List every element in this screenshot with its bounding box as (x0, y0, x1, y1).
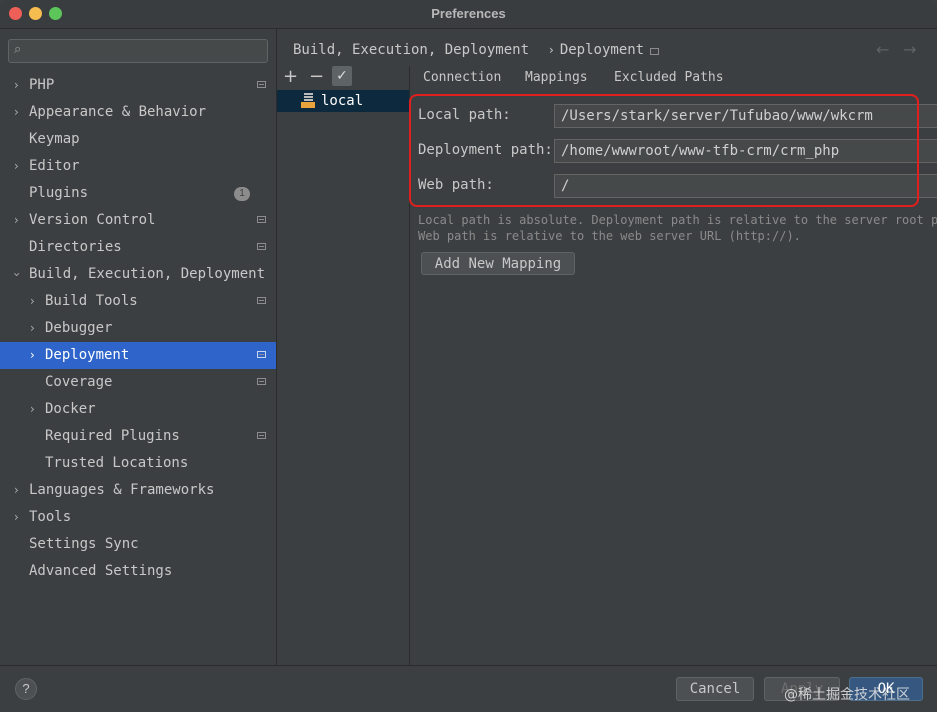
sidebar-item-label: Advanced Settings (29, 563, 173, 579)
chevron-down-icon[interactable]: › (3, 272, 30, 277)
sftp-server-icon (301, 93, 315, 108)
sidebar-item-label: Deployment (45, 347, 130, 363)
title-bar: Preferences (0, 0, 937, 29)
project-level-icon (257, 378, 266, 385)
chevron-right-icon[interactable]: › (14, 99, 19, 126)
deployment-path-field[interactable]: /home/wwwroot/www-tfb-crm/crm_php (554, 139, 937, 163)
project-level-icon (257, 81, 266, 88)
add-server-button[interactable]: + (283, 66, 298, 88)
web-path-field[interactable]: / (554, 174, 937, 198)
chevron-right-icon[interactable]: › (14, 504, 19, 531)
window-title: Preferences (431, 6, 506, 21)
chevron-right-icon[interactable]: › (14, 477, 19, 504)
sidebar-item-editor[interactable]: › Editor (0, 153, 276, 180)
deployment-path-label: Deployment path: (418, 142, 553, 158)
project-level-icon (257, 432, 266, 439)
web-path-label: Web path: (418, 177, 494, 193)
preferences-window: Preferences ⌕ › PHP › Appearance & Behav… (0, 0, 937, 712)
settings-sidebar: ⌕ › PHP › Appearance & Behavior Keymap ›… (0, 29, 277, 665)
help-button[interactable]: ? (15, 678, 37, 700)
project-level-icon (257, 243, 266, 250)
sidebar-item-deployment[interactable]: › Deployment (0, 342, 276, 369)
sidebar-item-coverage[interactable]: Coverage (0, 369, 276, 396)
breadcrumb-separator: › (549, 43, 554, 57)
sidebar-item-version-control[interactable]: › Version Control (0, 207, 276, 234)
project-level-icon (257, 297, 266, 304)
sidebar-item-label: Trusted Locations (45, 455, 189, 471)
cancel-button[interactable]: Cancel (676, 677, 754, 701)
sidebar-item-label: Directories (29, 239, 122, 255)
tab-excluded-paths[interactable]: Excluded Paths (614, 69, 724, 95)
sidebar-item-docker[interactable]: › Docker (0, 396, 276, 423)
mapping-hint-line: Local path is absolute. Deployment path … (418, 213, 937, 227)
sidebar-item-label: Tools (29, 509, 72, 525)
sidebar-item-label: Build Tools (45, 293, 138, 309)
project-level-icon (257, 351, 266, 358)
sidebar-item-directories[interactable]: Directories (0, 234, 276, 261)
sidebar-item-languages-frameworks[interactable]: › Languages & Frameworks (0, 477, 276, 504)
sidebar-item-advanced-settings[interactable]: Advanced Settings (0, 558, 276, 585)
chevron-right-icon[interactable]: › (14, 72, 19, 99)
breadcrumb-current: Deployment (559, 42, 645, 58)
sidebar-item-label: Coverage (45, 374, 113, 390)
sidebar-item-label: Settings Sync (29, 536, 139, 552)
sidebar-item-label: Languages & Frameworks (29, 482, 215, 498)
watermark: @稀土掘金技术社区 (784, 687, 910, 703)
sidebar-item-label: Editor (29, 158, 80, 174)
sidebar-item-label: Keymap (29, 131, 80, 147)
chevron-right-icon[interactable]: › (30, 315, 35, 342)
server-name: local (321, 93, 364, 109)
sidebar-item-build-tools[interactable]: › Build Tools (0, 288, 276, 315)
sidebar-item-label: Version Control (29, 212, 156, 228)
sidebar-item-plugins[interactable]: Plugins 1 (0, 180, 276, 207)
search-icon: ⌕ (14, 42, 22, 57)
tab-mappings[interactable]: Mappings (514, 69, 599, 98)
sidebar-item-label: Plugins (29, 185, 89, 201)
sidebar-item-keymap[interactable]: Keymap (0, 126, 276, 153)
sidebar-item-trusted-locations[interactable]: Trusted Locations (0, 450, 276, 477)
remove-server-button[interactable]: − (309, 66, 324, 88)
use-as-default-button[interactable]: ✓ (332, 66, 352, 86)
sidebar-item-php[interactable]: › PHP (0, 72, 276, 99)
sidebar-item-label: Build, Execution, Deployment (29, 266, 266, 282)
add-new-mapping-button[interactable]: Add New Mapping (421, 252, 575, 275)
sidebar-item-label: PHP (29, 77, 55, 93)
sidebar-item-required-plugins[interactable]: Required Plugins (0, 423, 276, 450)
sidebar-item-label: Required Plugins (45, 428, 180, 444)
server-list-item[interactable]: local (277, 90, 409, 112)
sidebar-item-tools[interactable]: › Tools (0, 504, 276, 531)
chevron-right-icon[interactable]: › (30, 342, 35, 369)
plugins-update-badge: 1 (234, 187, 250, 201)
deployment-servers-panel: + − ✓ local (277, 66, 410, 665)
forward-arrow-icon[interactable]: → (903, 40, 916, 59)
breadcrumb-parent[interactable]: Build, Execution, Deployment (293, 42, 529, 58)
chevron-right-icon[interactable]: › (14, 153, 19, 180)
local-path-label: Local path: (418, 107, 511, 123)
chevron-right-icon[interactable]: › (14, 207, 19, 234)
settings-search-input[interactable]: ⌕ (8, 39, 268, 63)
sidebar-item-settings-sync[interactable]: Settings Sync (0, 531, 276, 558)
mapping-hint-line: Web path is relative to the web server U… (418, 229, 801, 243)
project-level-icon (257, 216, 266, 223)
tab-connection[interactable]: Connection (423, 69, 501, 95)
sidebar-item-label: Debugger (45, 320, 113, 336)
sidebar-item-build-execution-deployment[interactable]: › Build, Execution, Deployment (0, 261, 276, 288)
sidebar-item-label: Docker (45, 401, 96, 417)
sidebar-item-debugger[interactable]: › Debugger (0, 315, 276, 342)
sidebar-item-appearance-behavior[interactable]: › Appearance & Behavior (0, 99, 276, 126)
project-level-icon (650, 48, 659, 55)
back-arrow-icon[interactable]: ← (876, 40, 889, 59)
chevron-right-icon[interactable]: › (30, 396, 35, 423)
sidebar-item-label: Appearance & Behavior (29, 104, 207, 120)
chevron-right-icon[interactable]: › (30, 288, 35, 315)
local-path-field[interactable]: /Users/stark/server/Tufubao/www/wkcrm (554, 104, 937, 128)
breadcrumb: Build, Execution, Deployment › Deployment (293, 42, 644, 58)
